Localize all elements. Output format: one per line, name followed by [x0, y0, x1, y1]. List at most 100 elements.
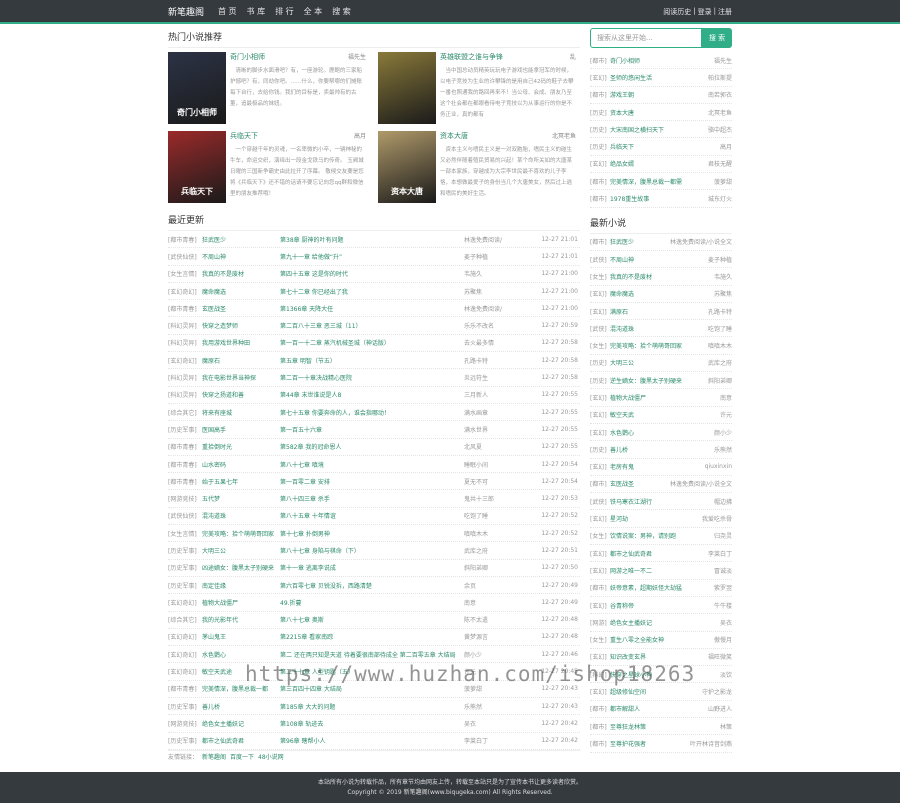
- chapter-link[interactable]: 第一百零二章 安排: [280, 477, 464, 486]
- book-cover[interactable]: [378, 52, 436, 124]
- chapter-link[interactable]: 第38章 厨神的叶有问题: [280, 235, 464, 244]
- book-title-link[interactable]: 重拾倒时光: [202, 442, 280, 451]
- nav-ranking[interactable]: 排 行: [275, 6, 294, 17]
- book-title-link[interactable]: 兵临天下: [610, 142, 720, 151]
- chapter-link[interactable]: 第八十五章 十年情谊: [280, 511, 464, 520]
- book-title-link[interactable]: 狂武医少: [610, 237, 670, 246]
- site-logo[interactable]: 新笔趣阁: [168, 5, 218, 18]
- book-title-link[interactable]: 大明三公: [610, 358, 708, 367]
- book-title-link[interactable]: 妖帝意素，超期妖怪大劫猛: [610, 583, 714, 592]
- book-title-link[interactable]: 1978重生故事: [610, 194, 708, 203]
- book-title-link[interactable]: 敏空天武: [610, 410, 720, 419]
- book-title-link[interactable]: 始于五果七年: [202, 477, 280, 486]
- book-title-link[interactable]: 狂武医少: [202, 235, 280, 244]
- nav-complete[interactable]: 全 本: [304, 6, 323, 17]
- book-title-link[interactable]: 网游之唯一不二: [610, 566, 714, 575]
- nav-home[interactable]: 首 页: [218, 6, 237, 17]
- book-title-link[interactable]: 魔命魔选: [202, 287, 280, 296]
- chapter-link[interactable]: 第二百一十章决战精心医院: [280, 373, 464, 382]
- book-title-link[interactable]: 凶途嫡女：腹黑太子别硬来: [202, 563, 280, 572]
- chapter-link[interactable]: 第582章 我的冠命恩人: [280, 442, 464, 451]
- book-title-link[interactable]: 我用游戏世界种田: [202, 338, 280, 347]
- chapter-link[interactable]: 第九十一章 给他做“升”: [280, 252, 464, 261]
- book-title-link[interactable]: 五代梦: [202, 494, 280, 503]
- chapter-link[interactable]: 第八十七章 奥斯: [280, 615, 464, 624]
- book-title-link[interactable]: 绝色女主播妖记: [610, 618, 720, 627]
- book-title-link[interactable]: 资本大唐: [440, 131, 468, 141]
- book-title-link[interactable]: 茅山鬼王: [202, 632, 280, 641]
- book-title-link[interactable]: 将来有座城: [202, 408, 280, 417]
- chapter-link[interactable]: 第108章 轨迹去: [280, 719, 464, 728]
- chapter-link[interactable]: 第1366章 天降大任: [280, 304, 464, 313]
- chapter-link[interactable]: 第五章 明智（节五）: [280, 356, 464, 365]
- book-title-link[interactable]: 奇门小相师: [610, 56, 714, 65]
- book-cover[interactable]: 奇门小相师: [168, 52, 226, 124]
- book-title-link[interactable]: 南定佳缘: [202, 581, 280, 590]
- book-title-link[interactable]: 都市之仙武奇君: [610, 549, 708, 558]
- chapter-link[interactable]: 49.折蔓: [280, 598, 464, 607]
- book-title-link[interactable]: 水色鹦心: [202, 650, 280, 659]
- book-title-link[interactable]: 至尊狂龙林策: [610, 722, 720, 731]
- chapter-link[interactable]: 第二百八十三章 恶三城（11）: [280, 321, 464, 330]
- book-title-link[interactable]: 我真的不是废材: [610, 272, 714, 281]
- book-title-link[interactable]: 老房有鬼: [610, 462, 705, 471]
- book-title-link[interactable]: 玄医战圣: [610, 479, 670, 488]
- book-title-link[interactable]: 水色鹦心: [610, 428, 714, 437]
- book-title-link[interactable]: 快穿之扬道和善: [202, 390, 280, 399]
- book-title-link[interactable]: 超级修仙空间: [610, 687, 702, 696]
- book-title-link[interactable]: 快穿之造梦师: [202, 321, 280, 330]
- book-title-link[interactable]: 奇门小相师: [230, 52, 265, 62]
- book-title-link[interactable]: 不周山神: [610, 255, 708, 264]
- chapter-link[interactable]: 第八十四三章 杀手: [280, 494, 464, 503]
- book-title-link[interactable]: 兵临天下: [230, 131, 258, 141]
- book-title-link[interactable]: 圣师的悠闲生活: [610, 73, 708, 82]
- chapter-link[interactable]: 第185章 大大的问题: [280, 702, 464, 711]
- book-title-link[interactable]: 英雄联盟之谁与争锋: [440, 52, 503, 62]
- book-title-link[interactable]: 铁马寒衣江湖行: [610, 497, 714, 506]
- chapter-link[interactable]: 第96章 瞎帮小人: [280, 736, 464, 745]
- book-title-link[interactable]: 都市之仙武奇君: [202, 736, 280, 745]
- book-cover[interactable]: 兵临天下: [168, 131, 226, 203]
- book-title-link[interactable]: 我在电影世界当神探: [202, 373, 280, 382]
- book-title-link[interactable]: 玄医战圣: [202, 304, 280, 313]
- chapter-link[interactable]: 第十一章 逃离李说成: [280, 563, 464, 572]
- book-title-link[interactable]: 善儿桥: [202, 702, 280, 711]
- book-title-link[interactable]: 植物大战僵尸: [610, 393, 720, 402]
- chapter-link[interactable]: 第七十五章 你要奔命的人，谁会指哪动！: [280, 408, 464, 417]
- book-title-link[interactable]: 知识改变玄界: [610, 652, 708, 661]
- book-title-link[interactable]: 我的光影年代: [202, 615, 280, 624]
- book-title-link[interactable]: 饮情说案：男神，请别跑: [610, 531, 714, 540]
- book-title-link[interactable]: 完美情深，腹黑总裁一都需: [610, 177, 714, 186]
- book-title-link[interactable]: 逆生嫡女：腹黑太子别硬来: [610, 376, 708, 385]
- friend-link[interactable]: 48小说网: [258, 754, 284, 761]
- book-title-link[interactable]: 完美攻略：拾个萌萌哥回家: [202, 529, 280, 538]
- book-title-link[interactable]: 植物大战僵尸: [202, 598, 280, 607]
- book-title-link[interactable]: 大明三公: [202, 546, 280, 555]
- book-title-link[interactable]: 我真的不是废材: [202, 269, 280, 278]
- book-title-link[interactable]: 资本大唐: [610, 108, 708, 117]
- chapter-link[interactable]: 第八十七章 身陷与棋命（下）: [280, 546, 464, 555]
- nav-library[interactable]: 书 库: [247, 6, 266, 17]
- book-title-link[interactable]: 完美攻略：拾个萌萌哥回家: [610, 341, 708, 350]
- book-title-link[interactable]: 魔原石: [202, 356, 280, 365]
- chapter-link[interactable]: 第十七章 扑倒男神: [280, 529, 464, 538]
- book-title-link[interactable]: 重生八零之全能女神: [610, 635, 714, 644]
- chapter-link[interactable]: 第二 还在两只知是天道 待着要很南部待成全 第二百零五章 大结局: [280, 650, 464, 659]
- chapter-link[interactable]: 第六百零七章 贝锐没拆，西路清楚: [280, 581, 464, 590]
- book-title-link[interactable]: 星河劫: [610, 514, 702, 523]
- book-title-link[interactable]: 绝品女婿: [610, 159, 708, 168]
- chapter-link[interactable]: 第一百一十二章 蒸汽机械圣城（神话版）: [280, 338, 464, 347]
- book-title-link[interactable]: 大宋南国之横扫天下: [610, 125, 708, 134]
- history-link[interactable]: 阅读历史: [663, 7, 691, 17]
- book-title-link[interactable]: 绝色女主播妖记: [202, 719, 280, 728]
- book-title-link[interactable]: 谷青称帝: [610, 601, 714, 610]
- friend-link[interactable]: 新笔趣阁: [202, 754, 226, 761]
- book-title-link[interactable]: 不周山神: [202, 252, 280, 261]
- login-link[interactable]: 登录: [698, 7, 712, 17]
- chapter-link[interactable]: 第一百五十六章: [280, 425, 464, 434]
- nav-search[interactable]: 搜 索: [332, 6, 351, 17]
- book-title-link[interactable]: 混沌道珠: [610, 324, 708, 333]
- book-title-link[interactable]: 至尊护花强者: [610, 739, 690, 748]
- book-cover[interactable]: 资本大唐: [378, 131, 436, 203]
- chapter-link[interactable]: 第八十七章 嗔境: [280, 460, 464, 469]
